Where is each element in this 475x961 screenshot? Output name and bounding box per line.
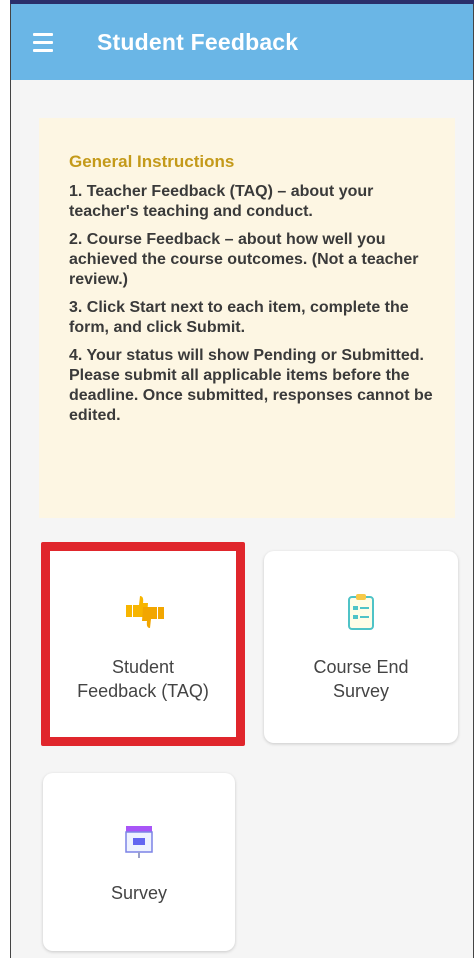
course-end-survey-tile[interactable]: Course End Survey <box>264 551 458 743</box>
instruction-item: 4. Your status will show Pending or Subm… <box>69 347 433 424</box>
instruction-item: 3. Click Start next to each item, comple… <box>69 299 409 336</box>
survey-tile[interactable]: Survey <box>43 773 235 951</box>
app-header: Student Feedback <box>11 4 473 80</box>
tile-label: Course End Survey <box>313 657 409 701</box>
page-title: Student Feedback <box>97 28 299 55</box>
student-feedback-taq-tile[interactable]: Student Feedback (TAQ) <box>41 542 245 746</box>
hamburger-menu-icon[interactable] <box>23 22 63 62</box>
instruction-item: 1. Teacher Feedback (TAQ) – about your t… <box>69 183 374 220</box>
instructions-heading: General Instructions <box>69 152 235 171</box>
clipboard-checklist-icon <box>348 594 374 630</box>
app-screen: Student Feedback General Instructions 1.… <box>10 4 474 958</box>
thumbs-up-down-icon <box>126 596 164 628</box>
tile-label: Student Feedback (TAQ) <box>77 657 209 701</box>
tile-label: Survey <box>110 883 168 903</box>
presentation-board-icon <box>125 826 153 858</box>
general-instructions-panel: General Instructions 1. Teacher Feedback… <box>39 118 455 518</box>
instruction-item: 2. Course Feedback – about how well you … <box>69 231 419 288</box>
